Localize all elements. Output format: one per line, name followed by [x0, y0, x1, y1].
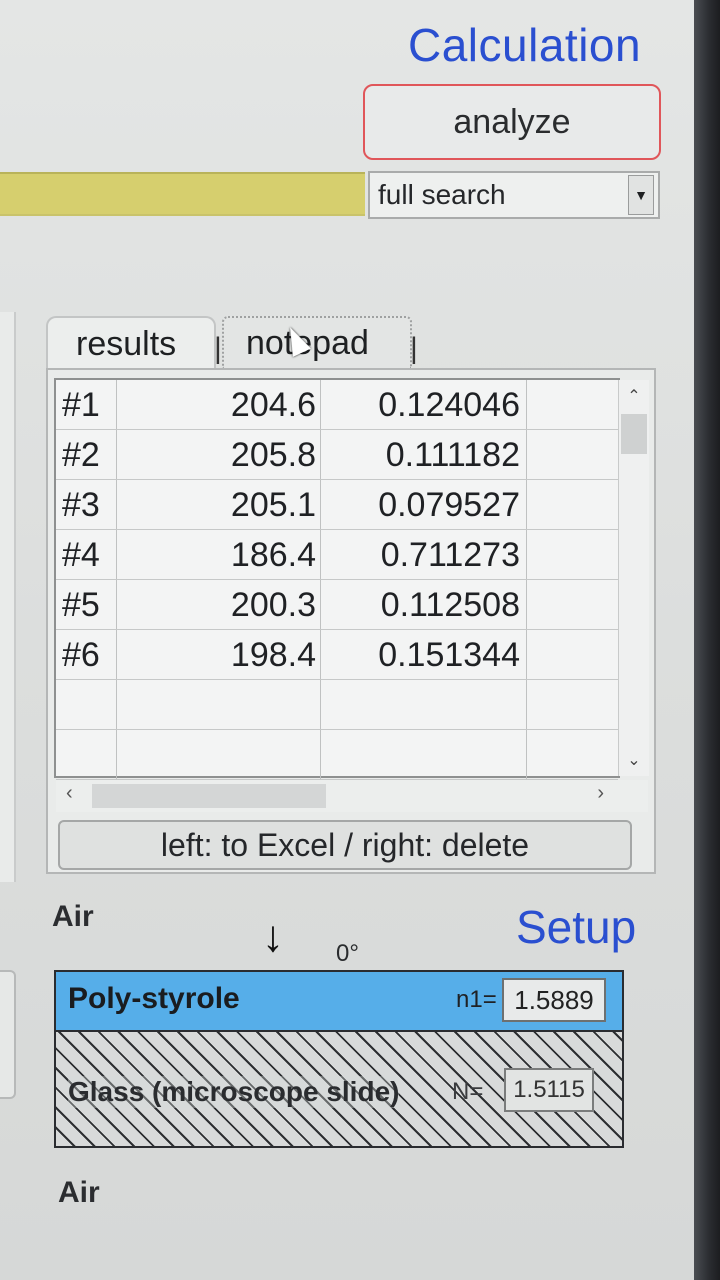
refractive-index-label: N=: [452, 1078, 484, 1105]
table-row-empty: [56, 730, 618, 780]
down-arrow-icon: ↓: [262, 912, 284, 961]
row-value-b: 0.079527: [378, 486, 520, 524]
bottom-medium-label: Air: [58, 1176, 100, 1209]
tab-notepad[interactable]: notepad: [222, 316, 412, 370]
row-value-b: 0.111182: [385, 436, 520, 474]
refractive-index-input[interactable]: 1.5889: [502, 978, 606, 1022]
tab-separator: |: [410, 332, 418, 365]
analyze-button[interactable]: analyze: [363, 84, 661, 160]
row-value-b: 0.711273: [380, 536, 520, 574]
refractive-index-label: n1=: [456, 986, 497, 1013]
row-value-b: 0.151344: [378, 636, 520, 674]
layer-polystyrole[interactable]: Poly-styrole n1= 1.5889: [54, 970, 624, 1032]
tab-results[interactable]: results: [46, 316, 216, 370]
vertical-scrollbar[interactable]: ⌃ ⌄: [618, 380, 649, 776]
row-value-b: 0.124046: [378, 386, 520, 424]
scroll-thumb[interactable]: [92, 784, 326, 808]
chevron-down-icon[interactable]: ▼: [628, 175, 654, 215]
table-row[interactable]: #4 186.4 0.711273: [56, 530, 618, 580]
table-row-empty: [56, 680, 618, 730]
refractive-index-input[interactable]: 1.5115: [504, 1068, 594, 1112]
progress-bar: [0, 172, 365, 216]
top-medium-label: Air: [52, 900, 94, 933]
results-table: #1 204.6 0.124046 #2 205.8 0.111182 #3 2…: [54, 378, 620, 780]
chevron-right-icon[interactable]: ›: [597, 782, 604, 805]
screen-bezel: [694, 0, 720, 1280]
search-mode-select[interactable]: full search ▼: [368, 171, 660, 219]
table-row[interactable]: #3 205.1 0.079527: [56, 480, 618, 530]
tab-results-label: results: [76, 324, 177, 363]
calculation-title: Calculation: [408, 19, 642, 71]
incidence-angle: 0°: [336, 940, 359, 967]
layer-name: Glass (microscope slide): [68, 1076, 400, 1108]
chevron-up-icon[interactable]: ⌃: [619, 386, 649, 406]
table-row[interactable]: #6 198.4 0.151344: [56, 630, 618, 680]
search-mode-value: full search: [378, 179, 506, 210]
left-panel-edge: [0, 312, 16, 882]
chevron-left-icon[interactable]: ‹: [66, 782, 73, 805]
table-row[interactable]: #5 200.3 0.112508: [56, 580, 618, 630]
table-row[interactable]: #1 204.6 0.124046: [56, 380, 618, 430]
scroll-thumb[interactable]: [621, 414, 647, 454]
left-panel-edge-lower: [0, 970, 16, 1099]
row-value-b: 0.112508: [380, 586, 520, 624]
setup-title: Setup: [516, 901, 637, 953]
horizontal-scrollbar[interactable]: ‹ ›: [56, 780, 648, 812]
layer-glass-substrate[interactable]: Glass (microscope slide) N= 1.5115: [54, 1030, 624, 1148]
excel-export-button[interactable]: left: to Excel / right: delete: [58, 820, 632, 870]
table-row[interactable]: #2 205.8 0.111182: [56, 430, 618, 480]
chevron-down-icon[interactable]: ⌄: [619, 750, 649, 770]
tab-separator: |: [214, 332, 222, 365]
layer-name: Poly-styrole: [68, 982, 240, 1015]
